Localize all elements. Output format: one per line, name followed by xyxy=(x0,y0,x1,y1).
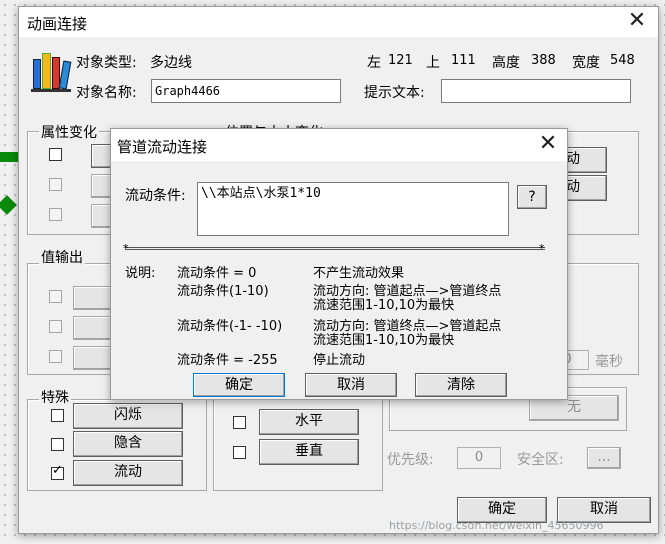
line-3-desc-2: 流速范围1-10,10为最快 xyxy=(313,333,455,348)
ms-label: 毫秒 xyxy=(595,354,623,370)
top-label: 上 xyxy=(426,55,440,71)
dialog-clear-button[interactable]: 清除 xyxy=(415,373,507,397)
canvas-pipe-segment-top xyxy=(0,152,20,162)
separator-left-star: * xyxy=(123,242,129,255)
fill-color-checkbox[interactable] xyxy=(49,178,62,191)
flow-button[interactable]: 流动 xyxy=(73,460,183,486)
analog-output-checkbox[interactable] xyxy=(49,290,62,303)
hide-button[interactable]: 隐含 xyxy=(73,431,183,457)
hide-checkbox[interactable] xyxy=(51,438,64,451)
line-4-desc: 停止流动 xyxy=(313,353,366,368)
width-value: 548 xyxy=(610,53,635,68)
horizontal-button[interactable]: 水平 xyxy=(259,409,359,435)
main-title: 动画连接 xyxy=(27,15,88,33)
tooltip-label: 提示文本: xyxy=(364,85,425,101)
object-books-icon xyxy=(31,51,72,93)
dialog-close-icon[interactable]: ✕ xyxy=(533,132,563,158)
line-3-condition: 流动条件(-1- -10) xyxy=(177,319,283,334)
pipe-flow-dialog: 管道流动连接 ✕ 流动条件: \\本站点\水泵1*10 ? * * 说明: 流动… xyxy=(110,128,568,400)
main-titlebar: 动画连接 ✕ xyxy=(19,7,658,37)
text-color-checkbox[interactable] xyxy=(49,208,62,221)
blink-checkbox[interactable] xyxy=(51,409,64,422)
dialog-title: 管道流动连接 xyxy=(117,138,208,156)
explain-label: 说明: xyxy=(125,266,156,281)
safe-zone-label: 安全区: xyxy=(517,452,564,468)
help-button[interactable]: ? xyxy=(517,185,547,209)
object-name-label: 对象名称: xyxy=(76,85,137,101)
priority-label: 优先级: xyxy=(387,452,434,468)
object-name-field[interactable]: Graph4466 xyxy=(151,79,341,103)
top-value: 111 xyxy=(451,53,476,68)
line-color-checkbox[interactable] xyxy=(49,148,62,161)
line-4-condition: 流动条件 = -255 xyxy=(177,353,278,368)
value-output-group-label: 值输出 xyxy=(39,247,85,267)
dialog-titlebar: 管道流动连接 ✕ xyxy=(111,129,567,161)
left-value: 121 xyxy=(388,53,413,68)
height-value: 388 xyxy=(531,53,556,68)
safe-zone-button[interactable]: ... xyxy=(587,447,621,469)
object-type-label: 对象类型: xyxy=(76,55,137,71)
flow-check-icon: ✓ xyxy=(52,463,63,478)
blink-button[interactable]: 闪烁 xyxy=(73,403,183,429)
string-output-checkbox[interactable] xyxy=(49,350,62,363)
special-group-label: 特殊 xyxy=(39,387,71,407)
priority-field[interactable]: 0 xyxy=(457,447,501,469)
width-label: 宽度 xyxy=(572,55,600,71)
flow-condition-field[interactable]: \\本站点\水泵1*10 xyxy=(197,182,509,236)
line-2-desc-2: 流速范围1-10,10为最快 xyxy=(313,298,455,313)
tooltip-field[interactable] xyxy=(441,79,631,103)
flow-condition-label: 流动条件: xyxy=(125,188,186,204)
main-close-icon[interactable]: ✕ xyxy=(622,9,652,35)
flow-checkbox[interactable]: ✓ xyxy=(51,463,64,480)
attr-change-group-label: 属性变化 xyxy=(39,122,99,142)
dialog-ok-button[interactable]: 确定 xyxy=(193,373,285,397)
left-label: 左 xyxy=(367,55,381,71)
vertical-button[interactable]: 垂直 xyxy=(259,439,359,465)
discrete-output-checkbox[interactable] xyxy=(49,320,62,333)
object-type-value: 多边线 xyxy=(150,55,192,71)
vertical-checkbox[interactable] xyxy=(233,446,246,459)
separator-right-star: * xyxy=(539,242,545,255)
separator-line xyxy=(125,247,545,250)
watermark-text: https://blog.csdn.net/weixin_45650996 xyxy=(389,519,604,532)
line-1-condition: 流动条件 = 0 xyxy=(177,266,257,281)
dialog-cancel-button[interactable]: 取消 xyxy=(305,373,397,397)
line-2-condition: 流动条件(1-10) xyxy=(177,284,269,299)
height-label: 高度 xyxy=(492,55,520,71)
horizontal-checkbox[interactable] xyxy=(233,416,246,429)
line-1-desc: 不产生流动效果 xyxy=(313,266,405,281)
